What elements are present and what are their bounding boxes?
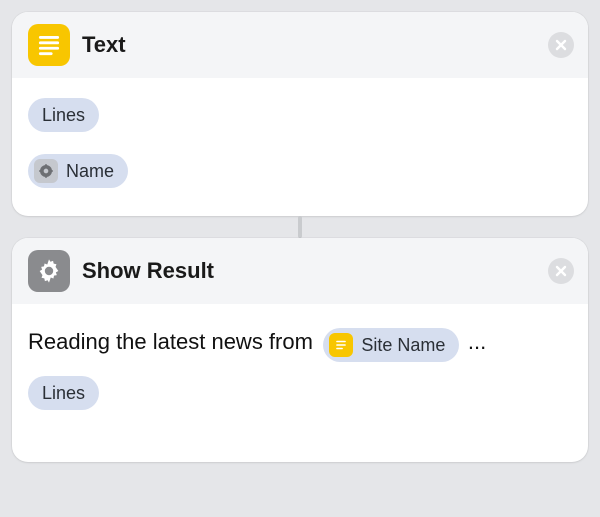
card-title: Text [82,32,126,58]
card-body[interactable]: Reading the latest news from Site Name .… [12,304,588,462]
token-label: Lines [42,105,85,126]
workflow-canvas: Text Lines [0,0,600,517]
card-body[interactable]: Lines [12,78,588,216]
token-lines[interactable]: Lines [28,98,99,132]
gear-icon [28,250,70,292]
close-button[interactable] [548,258,574,284]
card-title: Show Result [82,258,214,284]
text-chip-icon [329,333,353,357]
result-text-ellipsis: ... [468,329,486,354]
token-name[interactable]: Name [28,154,128,188]
action-card-show-result: Show Result Reading the latest news from [12,238,588,462]
card-header: Show Result [12,238,588,304]
text-lines-icon [28,24,70,66]
connector-line [298,216,302,238]
action-card-text: Text Lines [12,12,588,216]
card-header: Text [12,12,588,78]
token-label: Lines [42,383,85,404]
token-lines[interactable]: Lines [28,376,99,410]
close-button[interactable] [548,32,574,58]
token-label: Name [66,161,114,182]
token-label: Site Name [361,335,445,356]
token-site-name[interactable]: Site Name [323,328,459,362]
gear-chip-icon [34,159,58,183]
close-icon [554,38,568,52]
close-icon [554,264,568,278]
result-text-prefix: Reading the latest news from [28,329,313,354]
